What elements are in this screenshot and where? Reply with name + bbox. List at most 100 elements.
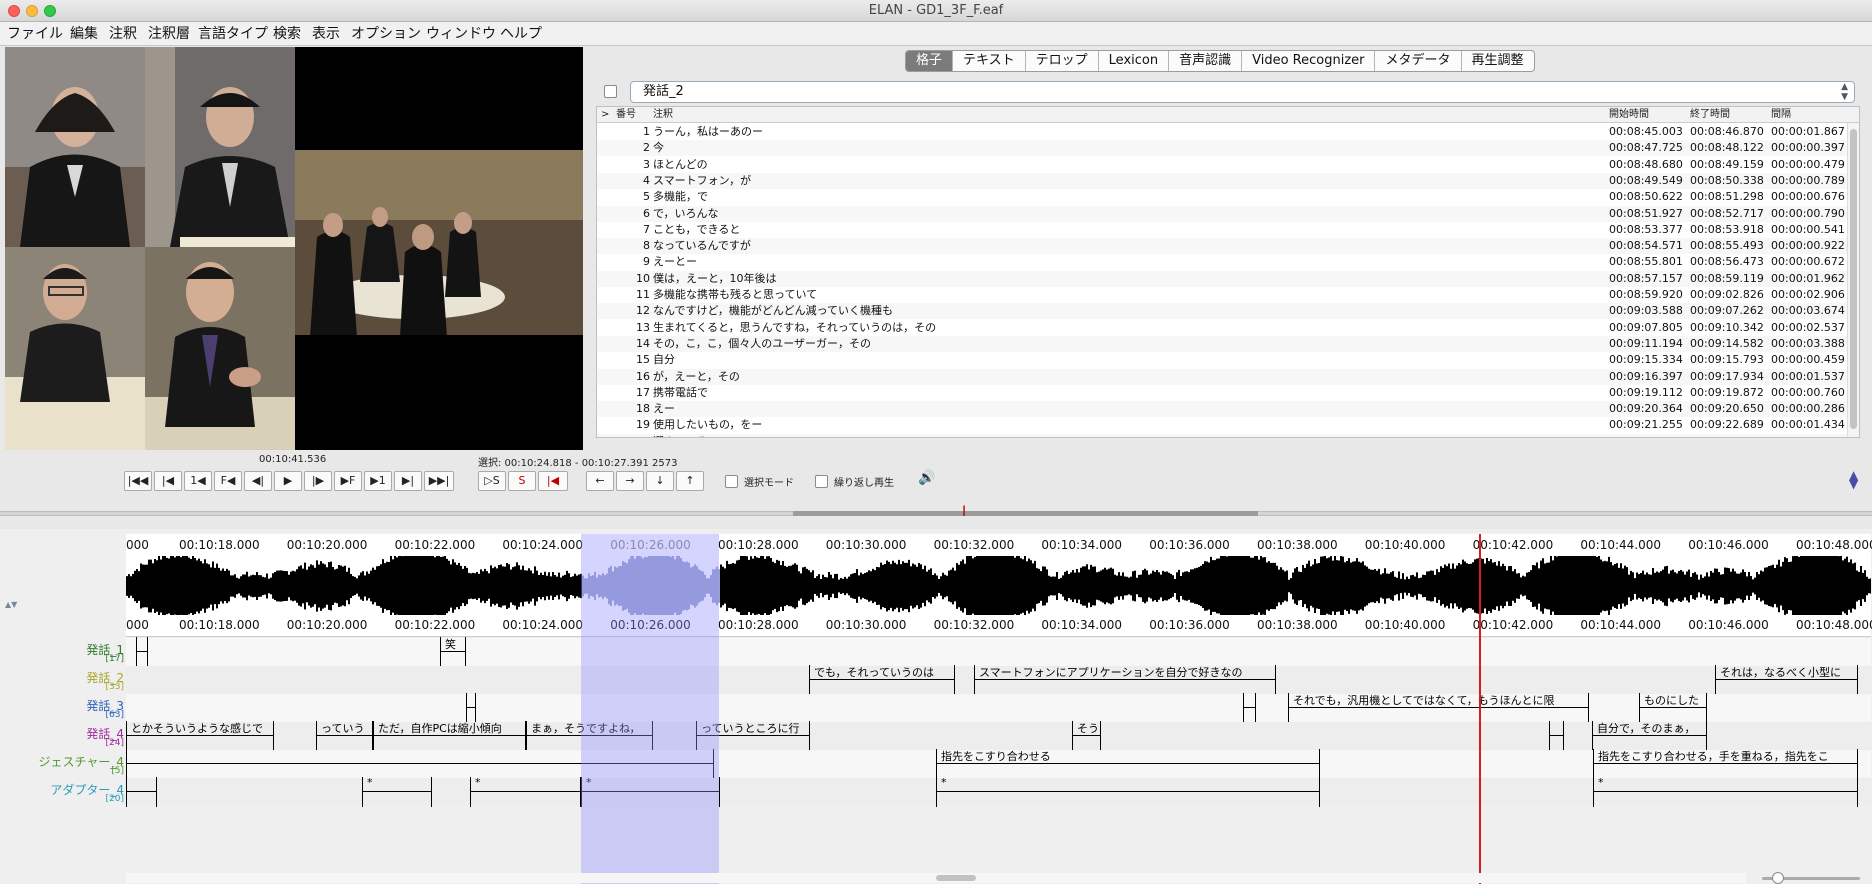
go-to-end-button[interactable]: ▶▶| xyxy=(424,471,454,491)
annotation[interactable] xyxy=(126,777,157,807)
previous-second-button[interactable]: |◀ xyxy=(154,471,182,491)
divider-handle[interactable] xyxy=(793,511,1258,516)
selection-boundary-button[interactable]: |◀ xyxy=(538,471,568,491)
loop-mode-checkbox[interactable] xyxy=(815,475,828,488)
annotation[interactable]: * xyxy=(936,776,1320,807)
tab-lexicon[interactable]: Lexicon xyxy=(1099,51,1170,71)
grid-row[interactable]: 3 ほとんどの 00:08:48.680 00:08:49.159 00:00:00.4… xyxy=(597,157,1849,173)
menu-window[interactable]: ウィンドウ xyxy=(426,22,496,46)
tier-up-button[interactable]: ↑ xyxy=(676,471,704,491)
grid-row[interactable]: 13 生まれてくると，思うんですね，それっていうのは，その 00:09:07.805… xyxy=(597,320,1849,336)
grid-row[interactable]: 1 うーん，私はーあのー 00:08:45.003 00:08:46.870 00:00… xyxy=(597,124,1849,140)
timeline-hscrollbar-thumb[interactable] xyxy=(936,875,976,881)
grid-row[interactable]: 17 携帯電話で 00:09:19.112 00:09:19.872 00:00:00.… xyxy=(597,385,1849,401)
grid-header-annotation[interactable]: 注釈 xyxy=(653,107,673,123)
grid-tier-checkbox[interactable] xyxy=(604,85,617,98)
expand-panel-icon[interactable]: ▲ ▼ xyxy=(1849,469,1858,490)
tab-grid[interactable]: 格子 xyxy=(906,51,954,71)
selection-highlight[interactable] xyxy=(581,534,719,884)
grid-row[interactable]: 10 僕は，えーと，10年後は 00:08:57.157 00:08:59.119 00… xyxy=(597,270,1849,287)
annotation[interactable]: とかそういうような感じで xyxy=(126,721,274,751)
menu-annotation[interactable]: 注釈 xyxy=(109,22,137,46)
grid-row[interactable]: 12 なんですけど，機能がどんどん減っていく機種も 00:09:03.588 00:0… xyxy=(597,303,1849,320)
tab-speech-recognition[interactable]: 音声認識 xyxy=(1169,51,1243,71)
grid-row[interactable]: 2 今 00:08:47.725 00:08:48.122 00:00:00.397 xyxy=(597,140,1849,157)
tab-subtitle[interactable]: テロップ xyxy=(1026,51,1099,71)
grid-scrollbar-thumb[interactable] xyxy=(1850,129,1857,429)
tab-video-recognizer[interactable]: Video Recognizer xyxy=(1242,51,1376,71)
grid-row[interactable]: 7 ことも，できると 00:08:53.377 00:08:53.918 00:00:0… xyxy=(597,222,1849,238)
menu-tier[interactable]: 注釈層 xyxy=(148,22,190,46)
grid-header-begin[interactable]: 開始時間 xyxy=(1609,107,1649,123)
annotation[interactable]: それは，なるべく小型に xyxy=(1715,665,1858,695)
tier-lane[interactable] xyxy=(126,694,1871,722)
minimize-window-icon[interactable] xyxy=(26,5,38,17)
annotation[interactable]: 指先をこすり合わせる xyxy=(936,749,1320,779)
annotation[interactable]: 指先をこすり合わせる，手を重ねる，指先をこ xyxy=(1593,749,1858,779)
annotation[interactable]: 自分で，そのまぁ， xyxy=(1592,721,1707,751)
grid-row[interactable]: 19 使用したいもの，をー 00:09:21.255 00:09:22.689 00:0… xyxy=(597,417,1849,433)
tier-select[interactable]: 発話_2 ▲ ▼ xyxy=(630,81,1855,103)
next-frame-button[interactable]: ▶1 xyxy=(364,471,392,491)
annotation[interactable]: それでも，汎用機としてではなくて，もうほんとに限 xyxy=(1288,693,1589,723)
grid-header-duration[interactable]: 間隔 xyxy=(1771,107,1791,123)
tab-playback-control[interactable]: 再生調整 xyxy=(1462,51,1534,71)
grid-row[interactable]: 15 自分 00:09:15.334 00:09:15.793 00:00:00.459 xyxy=(597,352,1849,368)
menu-file[interactable]: ファイル xyxy=(7,22,63,46)
grid-row[interactable]: 18 えー 00:09:20.364 00:09:20.650 00:00:00.286 xyxy=(597,401,1849,418)
selection-mode-checkbox[interactable] xyxy=(725,475,738,488)
menu-linguistic-type[interactable]: 言語タイプ xyxy=(198,22,268,46)
annotation[interactable]: ただ，自作PCは縮小傾向 xyxy=(373,721,526,751)
play-button[interactable]: ▶ xyxy=(274,471,302,491)
tier-lane[interactable] xyxy=(126,638,1871,666)
menu-options[interactable]: オプション xyxy=(351,22,421,46)
tier-down-button[interactable]: ↓ xyxy=(646,471,674,491)
selection-start-button[interactable]: ▷S xyxy=(478,471,506,491)
play-selection-button[interactable]: |▶ xyxy=(304,471,332,491)
menu-help[interactable]: ヘルプ xyxy=(500,22,542,46)
grid-scrollbar[interactable] xyxy=(1847,123,1859,437)
volume-icon[interactable]: 🔊 xyxy=(918,470,935,486)
menu-view[interactable]: 表示 xyxy=(312,22,340,46)
previous-annotation-button[interactable]: ← xyxy=(586,471,614,491)
zoom-window-icon[interactable] xyxy=(44,5,56,17)
tab-metadata[interactable]: メタデータ xyxy=(1375,51,1462,71)
grid-row[interactable]: 5 多機能，で 00:08:50.622 00:08:51.298 00:00:00.6… xyxy=(597,189,1849,205)
zoom-slider-knob[interactable] xyxy=(1772,872,1784,884)
annotation[interactable]: * xyxy=(1593,776,1858,807)
playhead[interactable] xyxy=(1479,534,1481,884)
annotation[interactable] xyxy=(466,693,476,723)
annotation[interactable]: でも，それっていうのは xyxy=(809,665,955,695)
annotation[interactable]: 笑 xyxy=(440,637,466,667)
frame-back-button[interactable]: F◀ xyxy=(214,471,242,491)
annotation[interactable]: * xyxy=(362,776,432,807)
video-viewer[interactable] xyxy=(5,47,583,450)
next-second-button[interactable]: ▶| xyxy=(394,471,422,491)
grid-row[interactable]: 6 で，いろんな 00:08:51.927 00:08:52.717 00:00:00.… xyxy=(597,205,1849,222)
annotation[interactable] xyxy=(1549,721,1564,751)
grid-row[interactable]: 16 が，えーと，その 00:09:16.397 00:09:17.934 00:00:… xyxy=(597,368,1849,385)
annotation[interactable] xyxy=(136,637,148,667)
timeline-hscrollbar[interactable] xyxy=(126,873,1746,883)
grid-header-number[interactable]: 番号 xyxy=(616,107,636,123)
tab-text[interactable]: テキスト xyxy=(953,51,1026,71)
play-selection-back-button[interactable]: ◀| xyxy=(244,471,272,491)
annotation[interactable]: そう xyxy=(1072,721,1101,751)
annotation[interactable] xyxy=(1243,693,1256,723)
grid-row[interactable]: 11 多機能な携帯も残ると思っていて 00:08:59.920 00:09:02.82… xyxy=(597,287,1849,303)
menu-edit[interactable]: 編集 xyxy=(70,22,98,46)
grid-row[interactable]: 8 なっているんですが 00:08:54.571 00:08:55.493 00:00:… xyxy=(597,238,1849,255)
grid-row[interactable]: 9 えーとー 00:08:55.801 00:08:56.473 00:00:00.67… xyxy=(597,254,1849,270)
grid-row[interactable]: 14 その，こ，こ，個々人のユーザーガー，その 00:09:11.194 00:09:… xyxy=(597,335,1849,352)
annotation[interactable]: っていう xyxy=(316,721,373,751)
wave-panel-icon[interactable]: ▲▼ xyxy=(5,600,17,609)
grid-header-end[interactable]: 終了時間 xyxy=(1690,107,1730,123)
previous-frame-button[interactable]: 1◀ xyxy=(184,471,212,491)
annotation[interactable]: スマートフォンにアプリケーションを自分で好きなの xyxy=(974,665,1276,695)
zoom-slider[interactable] xyxy=(1762,872,1860,884)
close-window-icon[interactable] xyxy=(8,5,20,17)
grid-row[interactable]: 20選んで，その 00:09:23.306 00:09:24.398 00:00:01… xyxy=(597,433,1849,437)
menu-search[interactable]: 検索 xyxy=(273,22,301,46)
grid-row[interactable]: 4 スマートフォン，が 00:08:49.549 00:08:50.338 00:00:… xyxy=(597,172,1849,189)
annotation[interactable]: * xyxy=(470,776,581,807)
